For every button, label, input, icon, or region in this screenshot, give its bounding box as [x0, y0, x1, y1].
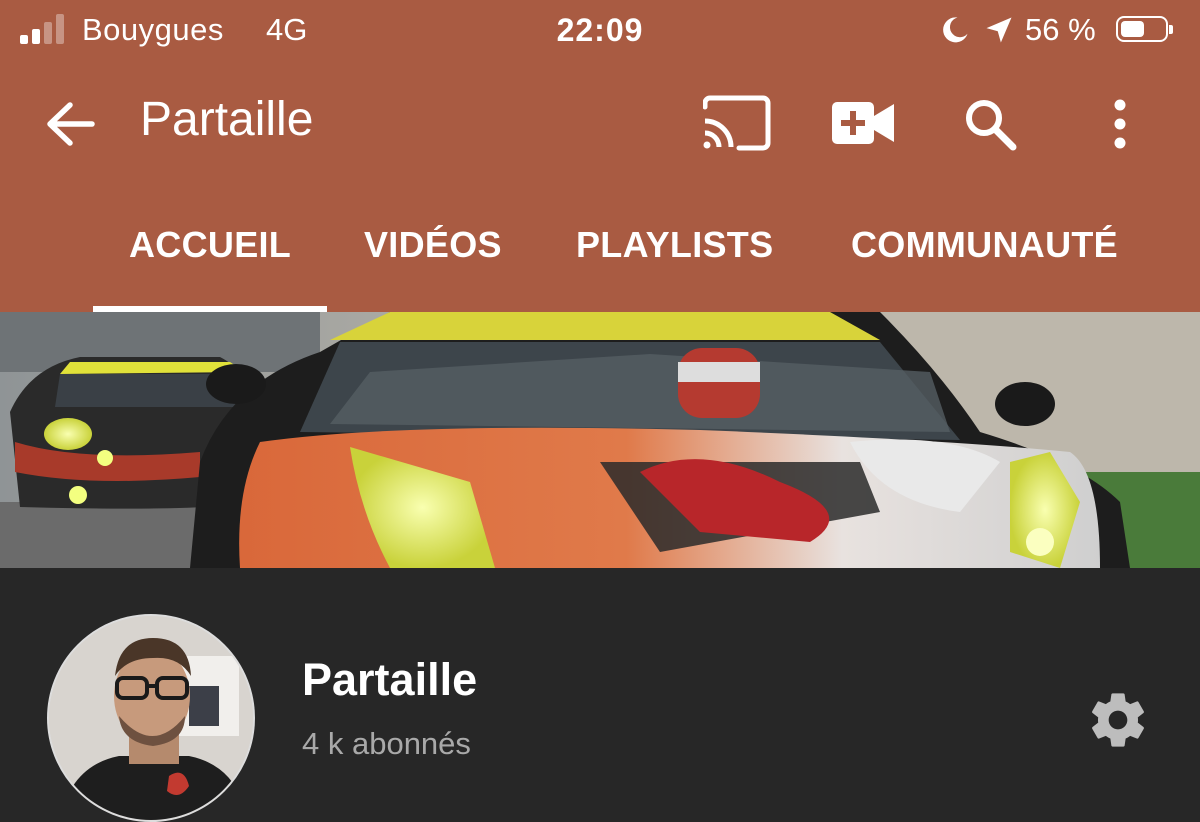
search-icon[interactable]	[962, 96, 1018, 152]
app-bar-title: Partaille	[140, 93, 314, 146]
tab-videos[interactable]: VIDÉOS	[364, 224, 502, 266]
do-not-disturb-moon-icon	[943, 17, 968, 43]
back-arrow-icon[interactable]	[44, 100, 96, 148]
more-vert-icon[interactable]	[1108, 98, 1132, 150]
cast-icon[interactable]	[703, 95, 771, 151]
tab-communaute[interactable]: COMMUNAUTÉ	[851, 224, 1118, 266]
status-time: 22:09	[556, 12, 644, 48]
channel-avatar[interactable]	[47, 614, 255, 822]
status-bar: Bouygues 4G 22:09 56 %	[0, 0, 1200, 64]
location-arrow-icon	[986, 17, 1012, 43]
battery-percentage: 56 %	[1025, 12, 1096, 47]
tab-playlists[interactable]: PLAYLISTS	[576, 224, 773, 266]
channel-banner	[0, 312, 1200, 568]
video-add-icon[interactable]	[830, 100, 896, 146]
channel-name: Partaille	[302, 654, 478, 705]
battery-icon	[1116, 16, 1173, 42]
tab-accueil[interactable]: ACCUEIL	[129, 224, 291, 266]
settings-gear-icon[interactable]	[1086, 688, 1150, 752]
subscriber-count: 4 k abonnés	[302, 726, 471, 761]
